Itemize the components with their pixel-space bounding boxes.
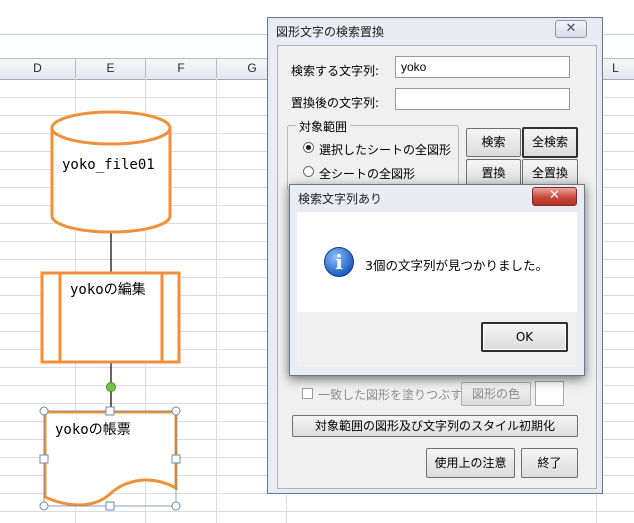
search-button[interactable]: 検索 (466, 128, 521, 157)
search-all-button[interactable]: 全検索 (522, 127, 578, 158)
search-string-input[interactable]: yoko (395, 56, 570, 78)
replace-string-label: 置換後の文字列: (291, 96, 380, 110)
usage-notes-button[interactable]: 使用上の注意 (426, 448, 515, 478)
message-box-title: 検索文字列あり (298, 192, 383, 206)
message-box-close-button[interactable]: ✕ (532, 187, 577, 206)
process-label: yokoの編集 (70, 282, 146, 298)
flowchart-canvas (39, 110, 181, 511)
scope-radio-all-sheets[interactable] (303, 166, 314, 177)
fill-matched-label: 一致した図形を塗りつぶす (318, 388, 463, 402)
info-icon: i (324, 247, 354, 277)
rotation-handle[interactable] (106, 382, 116, 392)
search-dialog-title: 図形文字の検索置換 (276, 25, 385, 39)
exit-button[interactable]: 終了 (521, 448, 578, 478)
scope-group-title: 対象範囲 (296, 118, 351, 135)
search-dialog-close-button[interactable]: ✕ (555, 20, 587, 38)
shape-color-swatch[interactable] (535, 381, 564, 406)
database-label: yoko_file01 (62, 157, 155, 173)
reset-style-button[interactable]: 対象範囲の図形及び文字列のスタイル初期化 (292, 415, 578, 437)
scope-option-selected-sheet-label: 選択したシートの全図形 (319, 143, 452, 157)
document-label: yokoの帳票 (55, 422, 131, 438)
fill-matched-checkbox[interactable] (302, 388, 313, 399)
scope-option-all-sheets-label: 全シートの全図形 (319, 167, 416, 181)
ok-button[interactable]: OK (481, 322, 568, 352)
message-text: 3個の文字列が見つかりました。 (365, 258, 548, 273)
shape-color-button[interactable]: 図形の色 (461, 382, 531, 406)
replace-string-input[interactable] (395, 88, 570, 110)
scope-radio-selected-sheet[interactable] (303, 142, 314, 153)
search-string-label: 検索する文字列: (291, 64, 380, 78)
